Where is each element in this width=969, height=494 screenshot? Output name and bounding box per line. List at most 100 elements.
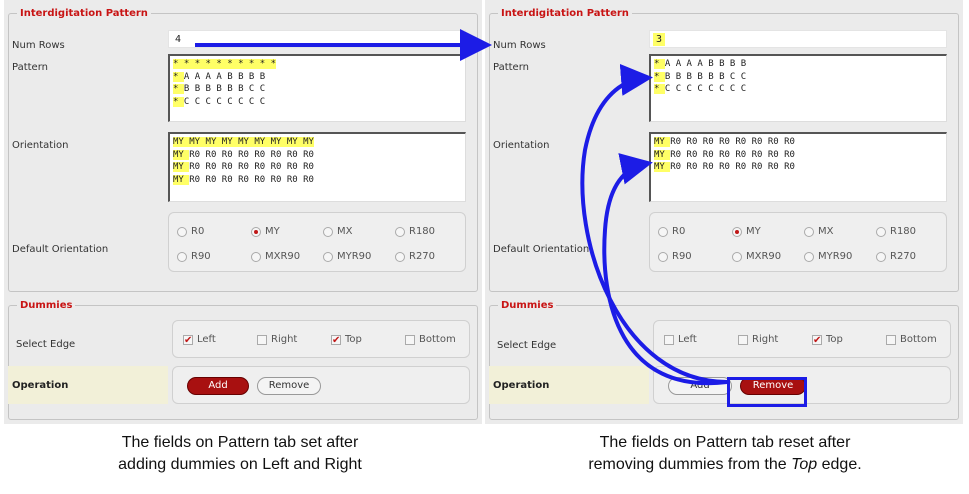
- radio-option-myr90[interactable]: MYR90: [804, 251, 852, 262]
- radio-button[interactable]: [804, 226, 814, 237]
- num-rows-input[interactable]: 4: [168, 30, 466, 48]
- edge-option-top[interactable]: ✔ Top: [331, 334, 362, 345]
- radio-option-r180[interactable]: R180: [876, 226, 916, 237]
- text-line: MY MY MY MY MY MY MY MY MY: [173, 136, 462, 149]
- radio-button[interactable]: [876, 226, 886, 237]
- radio-button[interactable]: [804, 251, 814, 262]
- token: *: [194, 59, 206, 69]
- checkbox[interactable]: [738, 334, 748, 345]
- radio-button[interactable]: [658, 251, 668, 262]
- radio-option-r270[interactable]: R270: [876, 251, 916, 262]
- checkbox[interactable]: [405, 334, 415, 345]
- token: A: [697, 59, 709, 69]
- token: A: [205, 71, 217, 82]
- edge-option-left[interactable]: Left: [664, 334, 697, 345]
- select-edge-label: Select Edge: [16, 339, 76, 350]
- checkbox-label: Left: [197, 334, 216, 345]
- checkbox[interactable]: ✔: [331, 334, 341, 345]
- edge-option-top[interactable]: ✔ Top: [812, 334, 843, 345]
- text-line: MY R0 R0 R0 R0 R0 R0 R0 R0: [654, 161, 943, 174]
- token: R0: [735, 137, 752, 147]
- token: R0: [238, 174, 255, 185]
- token: C: [259, 96, 266, 107]
- radio-option-my[interactable]: MY: [251, 226, 280, 237]
- token: *: [173, 84, 184, 94]
- radio-option-r90[interactable]: R90: [177, 251, 211, 262]
- radio-option-my[interactable]: MY: [732, 226, 761, 237]
- radio-button[interactable]: [251, 251, 261, 262]
- checkbox[interactable]: [886, 334, 896, 345]
- radio-option-r0[interactable]: R0: [177, 226, 204, 237]
- token: B: [227, 84, 239, 94]
- orientation-textarea[interactable]: MY R0 R0 R0 R0 R0 R0 R0 R0 MY R0 R0 R0 R0…: [649, 132, 947, 202]
- radio-button[interactable]: [395, 226, 405, 237]
- radio-option-mx[interactable]: MX: [804, 226, 833, 237]
- radio-label: R270: [409, 251, 436, 262]
- add-button[interactable]: Add: [668, 377, 732, 395]
- token: MY: [173, 174, 190, 185]
- radio-button[interactable]: [658, 226, 668, 237]
- orientation-label: Orientation: [12, 140, 69, 151]
- orientation-textarea[interactable]: MY MY MY MY MY MY MY MY MY MY R0 R0 R0 R0…: [168, 132, 466, 202]
- radio-button[interactable]: [177, 226, 187, 237]
- left-panel: Interdigitation Pattern Num Rows 4 Patte…: [4, 0, 482, 424]
- radio-button[interactable]: [395, 251, 405, 262]
- text-line: * A A A A B B B B: [654, 58, 943, 71]
- edge-option-bottom[interactable]: Bottom: [886, 334, 937, 345]
- default-orientation-radio-group: R0 MY MX R180 R90 MXR90 MYR90 R270: [649, 212, 947, 272]
- token: R0: [286, 162, 304, 172]
- pattern-textarea[interactable]: * * * * * * * * * * * A A A A B B B B * B …: [168, 54, 466, 122]
- radio-option-r0[interactable]: R0: [658, 226, 685, 237]
- radio-button[interactable]: [177, 251, 187, 262]
- token: B: [708, 71, 720, 82]
- edge-option-bottom[interactable]: Bottom: [405, 334, 456, 345]
- num-rows-input[interactable]: 3: [649, 30, 947, 48]
- radio-option-r270[interactable]: R270: [395, 251, 435, 262]
- token: R0: [719, 162, 736, 172]
- edge-option-left[interactable]: ✔ Left: [183, 334, 216, 345]
- radio-option-mxr90[interactable]: MXR90: [251, 251, 300, 262]
- pattern-textarea[interactable]: * A A A A B B B B * B B B B B B C C * C C …: [649, 54, 947, 122]
- checkbox[interactable]: ✔: [812, 334, 822, 345]
- token: *: [654, 59, 665, 69]
- remove-button[interactable]: Remove: [257, 377, 321, 395]
- radio-option-mx[interactable]: MX: [323, 226, 352, 237]
- token: R0: [270, 149, 287, 160]
- checkbox[interactable]: [257, 334, 267, 345]
- radio-option-r180[interactable]: R180: [395, 226, 435, 237]
- token: R0: [735, 162, 752, 172]
- radio-button[interactable]: [732, 251, 742, 262]
- radio-option-r90[interactable]: R90: [658, 251, 692, 262]
- token: R0: [270, 162, 287, 172]
- token: R0: [189, 162, 206, 172]
- radio-button[interactable]: [323, 226, 333, 237]
- token: A: [183, 71, 195, 82]
- checkbox[interactable]: [664, 334, 674, 345]
- text-line: * A A A A B B B B: [173, 71, 462, 84]
- checkbox-label: Bottom: [419, 334, 456, 345]
- token: B: [183, 84, 195, 94]
- radio-button[interactable]: [732, 226, 742, 237]
- radio-button[interactable]: [876, 251, 886, 262]
- radio-button[interactable]: [251, 226, 261, 237]
- radio-button[interactable]: [323, 251, 333, 262]
- token: R0: [686, 149, 703, 160]
- checkbox[interactable]: ✔: [183, 334, 193, 345]
- orientation-label: Orientation: [493, 140, 550, 151]
- token: R0: [205, 149, 222, 160]
- token: B: [675, 71, 687, 82]
- token: C: [248, 84, 260, 94]
- interdigitation-legend: Interdigitation Pattern: [501, 8, 629, 19]
- edge-option-right[interactable]: Right: [738, 334, 778, 345]
- radio-label: MXR90: [265, 251, 301, 262]
- radio-option-mxr90[interactable]: MXR90: [732, 251, 781, 262]
- token: B: [205, 84, 217, 94]
- token: R0: [221, 162, 239, 172]
- add-button[interactable]: Add: [187, 377, 249, 395]
- token: MY: [221, 137, 239, 147]
- checkbox-label: Right: [752, 334, 779, 345]
- edge-option-right[interactable]: Right: [257, 334, 297, 345]
- checkbox-label: Left: [678, 334, 697, 345]
- radio-option-myr90[interactable]: MYR90: [323, 251, 371, 262]
- token: MY: [189, 137, 206, 147]
